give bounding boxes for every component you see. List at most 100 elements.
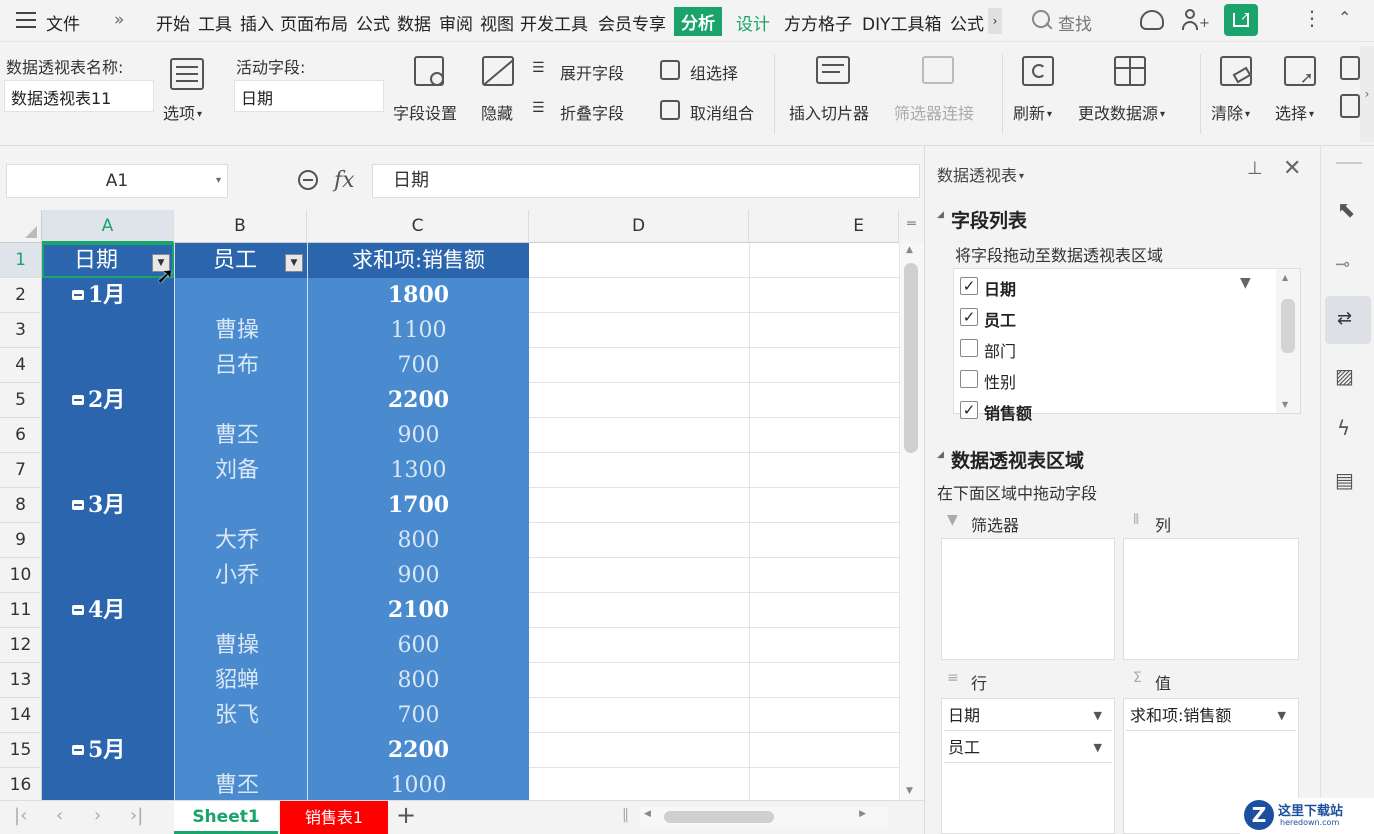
pivot-group-label[interactable]: 4月 — [42, 593, 174, 628]
prev-sheet-icon[interactable]: ‹ — [56, 805, 63, 826]
column-drop-zone[interactable] — [1123, 538, 1299, 660]
select-button[interactable]: 选择 ▾ — [1275, 100, 1314, 124]
row-header[interactable]: 3 — [0, 313, 42, 348]
insert-slicer-button[interactable]: 插入切片器 — [789, 100, 869, 124]
tab-analyze[interactable]: 分析 — [674, 7, 722, 36]
scroll-left-icon[interactable]: ◀ — [644, 809, 651, 819]
scroll-up-icon[interactable]: ▲ — [906, 245, 913, 255]
hamburger-icon[interactable] — [16, 12, 36, 28]
pivot-cell-employee[interactable]: 大乔 — [174, 523, 307, 558]
hide-icon[interactable] — [482, 56, 515, 86]
pivot-cell-value[interactable]: 1100 — [307, 313, 529, 348]
pivot-subtotal[interactable]: 1800 — [307, 278, 529, 313]
field-list-collapse-icon[interactable]: ◢ — [937, 210, 944, 220]
column-header-b[interactable]: B — [174, 210, 307, 243]
share-button[interactable]: ↗ — [1224, 4, 1258, 36]
pivot-cell-value[interactable]: 600 — [307, 628, 529, 663]
row-header[interactable]: 16 — [0, 768, 42, 800]
pivot-cell-value[interactable]: 700 — [307, 348, 529, 383]
tab-page-layout[interactable]: 页面布局 — [280, 10, 348, 35]
field-list-scroll-thumb[interactable] — [1281, 299, 1295, 353]
field-checkbox[interactable] — [960, 339, 978, 357]
pivot-cell-a[interactable] — [42, 453, 174, 488]
ungroup-button[interactable]: 取消组合 — [690, 100, 754, 124]
pivot-cell-employee[interactable]: 张飞 — [174, 698, 307, 733]
first-sheet-icon[interactable]: |‹ — [14, 805, 27, 826]
pivot-cell-employee[interactable] — [174, 278, 307, 313]
pivot-cell-employee[interactable]: 小乔 — [174, 558, 307, 593]
scroll-down-icon[interactable]: ▼ — [906, 786, 913, 796]
pivot-subtotal[interactable]: 1700 — [307, 488, 529, 523]
field-list-scrollbar[interactable]: ▲ ▼ — [1276, 269, 1300, 413]
column-header-d[interactable]: D — [529, 210, 749, 243]
sliders-icon[interactable]: ⊸ — [1335, 254, 1350, 275]
next-sheet-icon[interactable]: › — [94, 805, 101, 826]
field-item[interactable]: ✓ 销售额 — [960, 399, 1260, 423]
pivot-cell-employee[interactable]: 曹丕 — [174, 418, 307, 453]
more-menus-icon[interactable]: » — [114, 10, 124, 30]
formula-input[interactable]: 日期 — [372, 164, 920, 198]
tab-review[interactable]: 审阅 — [439, 10, 473, 35]
options-button[interactable]: 选项 ▾ — [163, 100, 202, 124]
filter-dropdown-icon[interactable]: ▼ — [285, 254, 303, 272]
pivot-cell-employee[interactable]: 曹丕 — [174, 768, 307, 800]
tabs-scroll-right-icon[interactable]: › — [988, 8, 1002, 34]
expand-field-button[interactable]: 展开字段 — [560, 60, 624, 84]
collapse-ribbon-icon[interactable]: ⌃ — [1338, 8, 1351, 27]
pivot-group-label[interactable]: 1月 — [42, 278, 174, 313]
field-settings-button[interactable]: 字段设置 — [393, 100, 457, 124]
collapse-group-icon[interactable] — [72, 605, 84, 615]
chevron-down-icon[interactable]: ▼ — [1094, 733, 1102, 763]
filter-drop-zone[interactable] — [941, 538, 1115, 660]
field-checkbox[interactable]: ✓ — [960, 277, 978, 295]
pivot-cell-employee[interactable]: 刘备 — [174, 453, 307, 488]
tab-data[interactable]: 数据 — [397, 10, 431, 35]
tab-member[interactable]: 会员专享 — [598, 10, 666, 35]
row-header[interactable]: 5 — [0, 383, 42, 418]
tab-diy[interactable]: DIY工具箱 — [862, 10, 942, 35]
value-item-sum-sales[interactable]: 求和项:销售额 ▼ — [1126, 701, 1296, 731]
change-source-button[interactable]: 更改数据源 ▾ — [1078, 100, 1165, 124]
field-item[interactable]: 部门 — [960, 337, 1260, 361]
pivot-cell-employee[interactable] — [174, 733, 307, 768]
field-checkbox[interactable]: ✓ — [960, 401, 978, 419]
vertical-scroll-thumb[interactable] — [904, 263, 918, 453]
pivot-cell-value[interactable]: 800 — [307, 663, 529, 698]
tab-design[interactable]: 设计 — [736, 10, 770, 35]
pivot-cell-employee[interactable] — [174, 593, 307, 628]
split-handle-icon[interactable]: ═ — [899, 210, 924, 243]
field-list-box[interactable]: ✓ 日期 ✓ 员工 部门 性别 ✓ 销售额 ▲ ▼ ▼ — [953, 268, 1301, 423]
clear-button[interactable]: 清除 ▾ — [1211, 100, 1250, 124]
pin-icon[interactable]: ⊥ — [1247, 158, 1263, 179]
pivot-cell-a[interactable] — [42, 628, 174, 663]
clear-icon[interactable] — [1220, 56, 1252, 86]
cloud-sync-icon[interactable] — [1140, 10, 1164, 30]
field-item[interactable]: 性别 — [960, 368, 1260, 392]
change-source-icon[interactable] — [1114, 56, 1146, 86]
pivot-group-label[interactable]: 5月 — [42, 733, 174, 768]
pivot-cell-a[interactable] — [42, 698, 174, 733]
pivot-cell-value[interactable]: 1300 — [307, 453, 529, 488]
pivot-cell-a[interactable] — [42, 558, 174, 593]
hide-button[interactable]: 隐藏 — [481, 100, 513, 124]
tab-view[interactable]: 视图 — [480, 10, 514, 35]
image-edit-icon[interactable]: ▨ — [1335, 364, 1354, 388]
insert-slicer-icon[interactable] — [816, 56, 850, 84]
group-selection-button[interactable]: 组选择 — [690, 60, 738, 84]
pivot-subtotal[interactable]: 2200 — [307, 733, 529, 768]
row-header[interactable]: 6 — [0, 418, 42, 453]
pivot-group-label[interactable]: 3月 — [42, 488, 174, 523]
field-checkbox[interactable]: ✓ — [960, 308, 978, 326]
pivot-group-label[interactable]: 2月 — [42, 383, 174, 418]
panel-header[interactable]: 数据透视表 ▾ — [937, 162, 1024, 186]
field-item[interactable]: ✓ 日期 — [960, 275, 1260, 299]
select-all-corner[interactable] — [0, 210, 42, 243]
tab-formula[interactable]: 公式 — [356, 10, 390, 35]
row-header[interactable]: 1 — [0, 243, 42, 278]
column-header-e[interactable]: E — [749, 210, 899, 243]
collapse-field-button[interactable]: 折叠字段 — [560, 100, 624, 124]
pivot-cell-employee[interactable]: 曹操 — [174, 313, 307, 348]
collapse-group-icon[interactable] — [72, 500, 84, 510]
pivot-cell-employee[interactable] — [174, 488, 307, 523]
tab-formula-2[interactable]: 公式 — [950, 10, 984, 35]
